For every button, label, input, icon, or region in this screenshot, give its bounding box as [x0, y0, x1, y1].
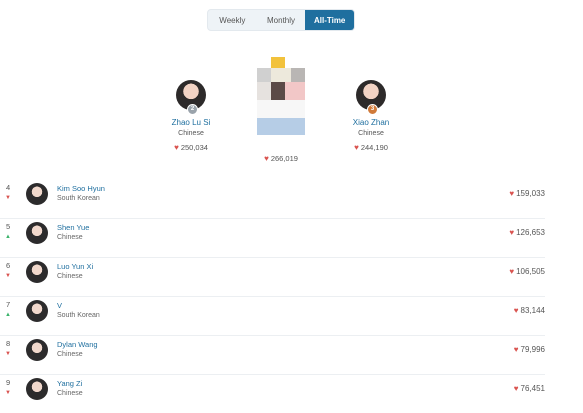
arrow-down-icon: ▼	[5, 195, 11, 201]
rank-number: 7	[6, 300, 11, 309]
podium-rank-1[interactable]: ♥ 266,019	[236, 80, 326, 163]
celebrity-nationality: Chinese	[57, 273, 83, 280]
arrow-down-icon: ▼	[5, 273, 11, 279]
celebrity-nationality: South Korean	[57, 312, 100, 319]
vote-count: ♥ 266,019	[264, 154, 298, 163]
heart-vote-icon: ♥	[174, 143, 179, 152]
celebrity-name[interactable]: Shen Yue	[57, 223, 89, 232]
avatar: 3	[356, 80, 386, 115]
heart-vote-icon: ♥	[509, 228, 515, 237]
ranking-row[interactable]: 4 ▼ Kim Soo Hyun South Korean ♥ 159,033	[0, 179, 545, 219]
heart-vote-icon: ♥	[513, 345, 519, 354]
heart-vote-icon: ♥	[264, 154, 269, 163]
celebrity-name[interactable]: Kim Soo Hyun	[57, 184, 105, 193]
tab-all-time[interactable]: All-Time	[305, 10, 354, 30]
vote-count: ♥ 79,996	[513, 345, 545, 354]
heart-vote-icon: ♥	[509, 267, 515, 276]
heart-vote-icon: ♥	[513, 306, 519, 315]
rank-number: 4	[6, 183, 11, 192]
rank-number: 6	[6, 261, 11, 270]
ranking-row[interactable]: 5 ▲ Shen Yue Chinese ♥ 126,653	[0, 218, 545, 258]
vote-count: ♥ 126,653	[509, 228, 545, 237]
rank-number: 9	[6, 378, 11, 387]
celebrity-name[interactable]: Dylan Wang	[57, 340, 98, 349]
arrow-down-icon: ▼	[5, 390, 11, 396]
celebrity-name[interactable]: Zhao Lu Si	[146, 118, 236, 127]
tab-weekly[interactable]: Weekly	[208, 10, 257, 30]
arrow-down-icon: ▼	[5, 351, 11, 357]
vote-count: ♥ 250,034	[174, 143, 208, 152]
arrow-up-icon: ▲	[5, 312, 11, 318]
celebrity-nationality: Chinese	[178, 130, 204, 137]
avatar	[26, 339, 48, 361]
celebrity-nationality: Chinese	[57, 234, 83, 241]
ranking-row[interactable]: 9 ▼ Yang Zi Chinese ♥ 76,451	[0, 374, 545, 413]
celebrity-name[interactable]: Yang Zi	[57, 379, 82, 388]
celebrity-nationality: Chinese	[358, 130, 384, 137]
celebrity-nationality: Chinese	[57, 351, 83, 358]
ranking-row[interactable]: 8 ▼ Dylan Wang Chinese ♥ 79,996	[0, 335, 545, 375]
heart-vote-icon: ♥	[354, 143, 359, 152]
podium-rank-3[interactable]: 3 Xiao Zhan Chinese ♥ 244,190	[326, 80, 416, 152]
celebrity-nationality: South Korean	[57, 195, 100, 202]
podium-rank-2[interactable]: 2 Zhao Lu Si Chinese ♥ 250,034	[146, 80, 236, 152]
avatar	[26, 183, 48, 205]
avatar	[26, 300, 48, 322]
heart-vote-icon: ♥	[509, 189, 515, 198]
rank-number: 8	[6, 339, 11, 348]
bronze-medal-icon: 3	[367, 104, 378, 115]
rank-number: 5	[6, 222, 11, 231]
vote-count: ♥ 83,144	[513, 306, 545, 315]
heart-vote-icon: ♥	[513, 384, 519, 393]
avatar	[26, 378, 48, 400]
celebrity-nationality: Chinese	[57, 390, 83, 397]
tab-monthly[interactable]: Monthly	[257, 10, 306, 30]
celebrity-name[interactable]: V	[57, 301, 62, 310]
avatar	[26, 261, 48, 283]
celebrity-name[interactable]: Xiao Zhan	[326, 118, 416, 127]
arrow-up-icon: ▲	[5, 234, 11, 240]
vote-count: ♥ 159,033	[509, 189, 545, 198]
vote-count: ♥ 106,505	[509, 267, 545, 276]
ranking-row[interactable]: 6 ▼ Luo Yun Xi Chinese ♥ 106,505	[0, 257, 545, 297]
silver-medal-icon: 2	[187, 104, 198, 115]
avatar	[26, 222, 48, 244]
celebrity-name[interactable]: Luo Yun Xi	[57, 262, 93, 271]
vote-count: ♥ 76,451	[513, 384, 545, 393]
vote-count: ♥ 244,190	[354, 143, 388, 152]
ranking-row[interactable]: 7 ▲ V South Korean ♥ 83,144	[0, 296, 545, 336]
avatar: 2	[176, 80, 206, 115]
period-tabs: Weekly Monthly All-Time	[207, 9, 355, 31]
